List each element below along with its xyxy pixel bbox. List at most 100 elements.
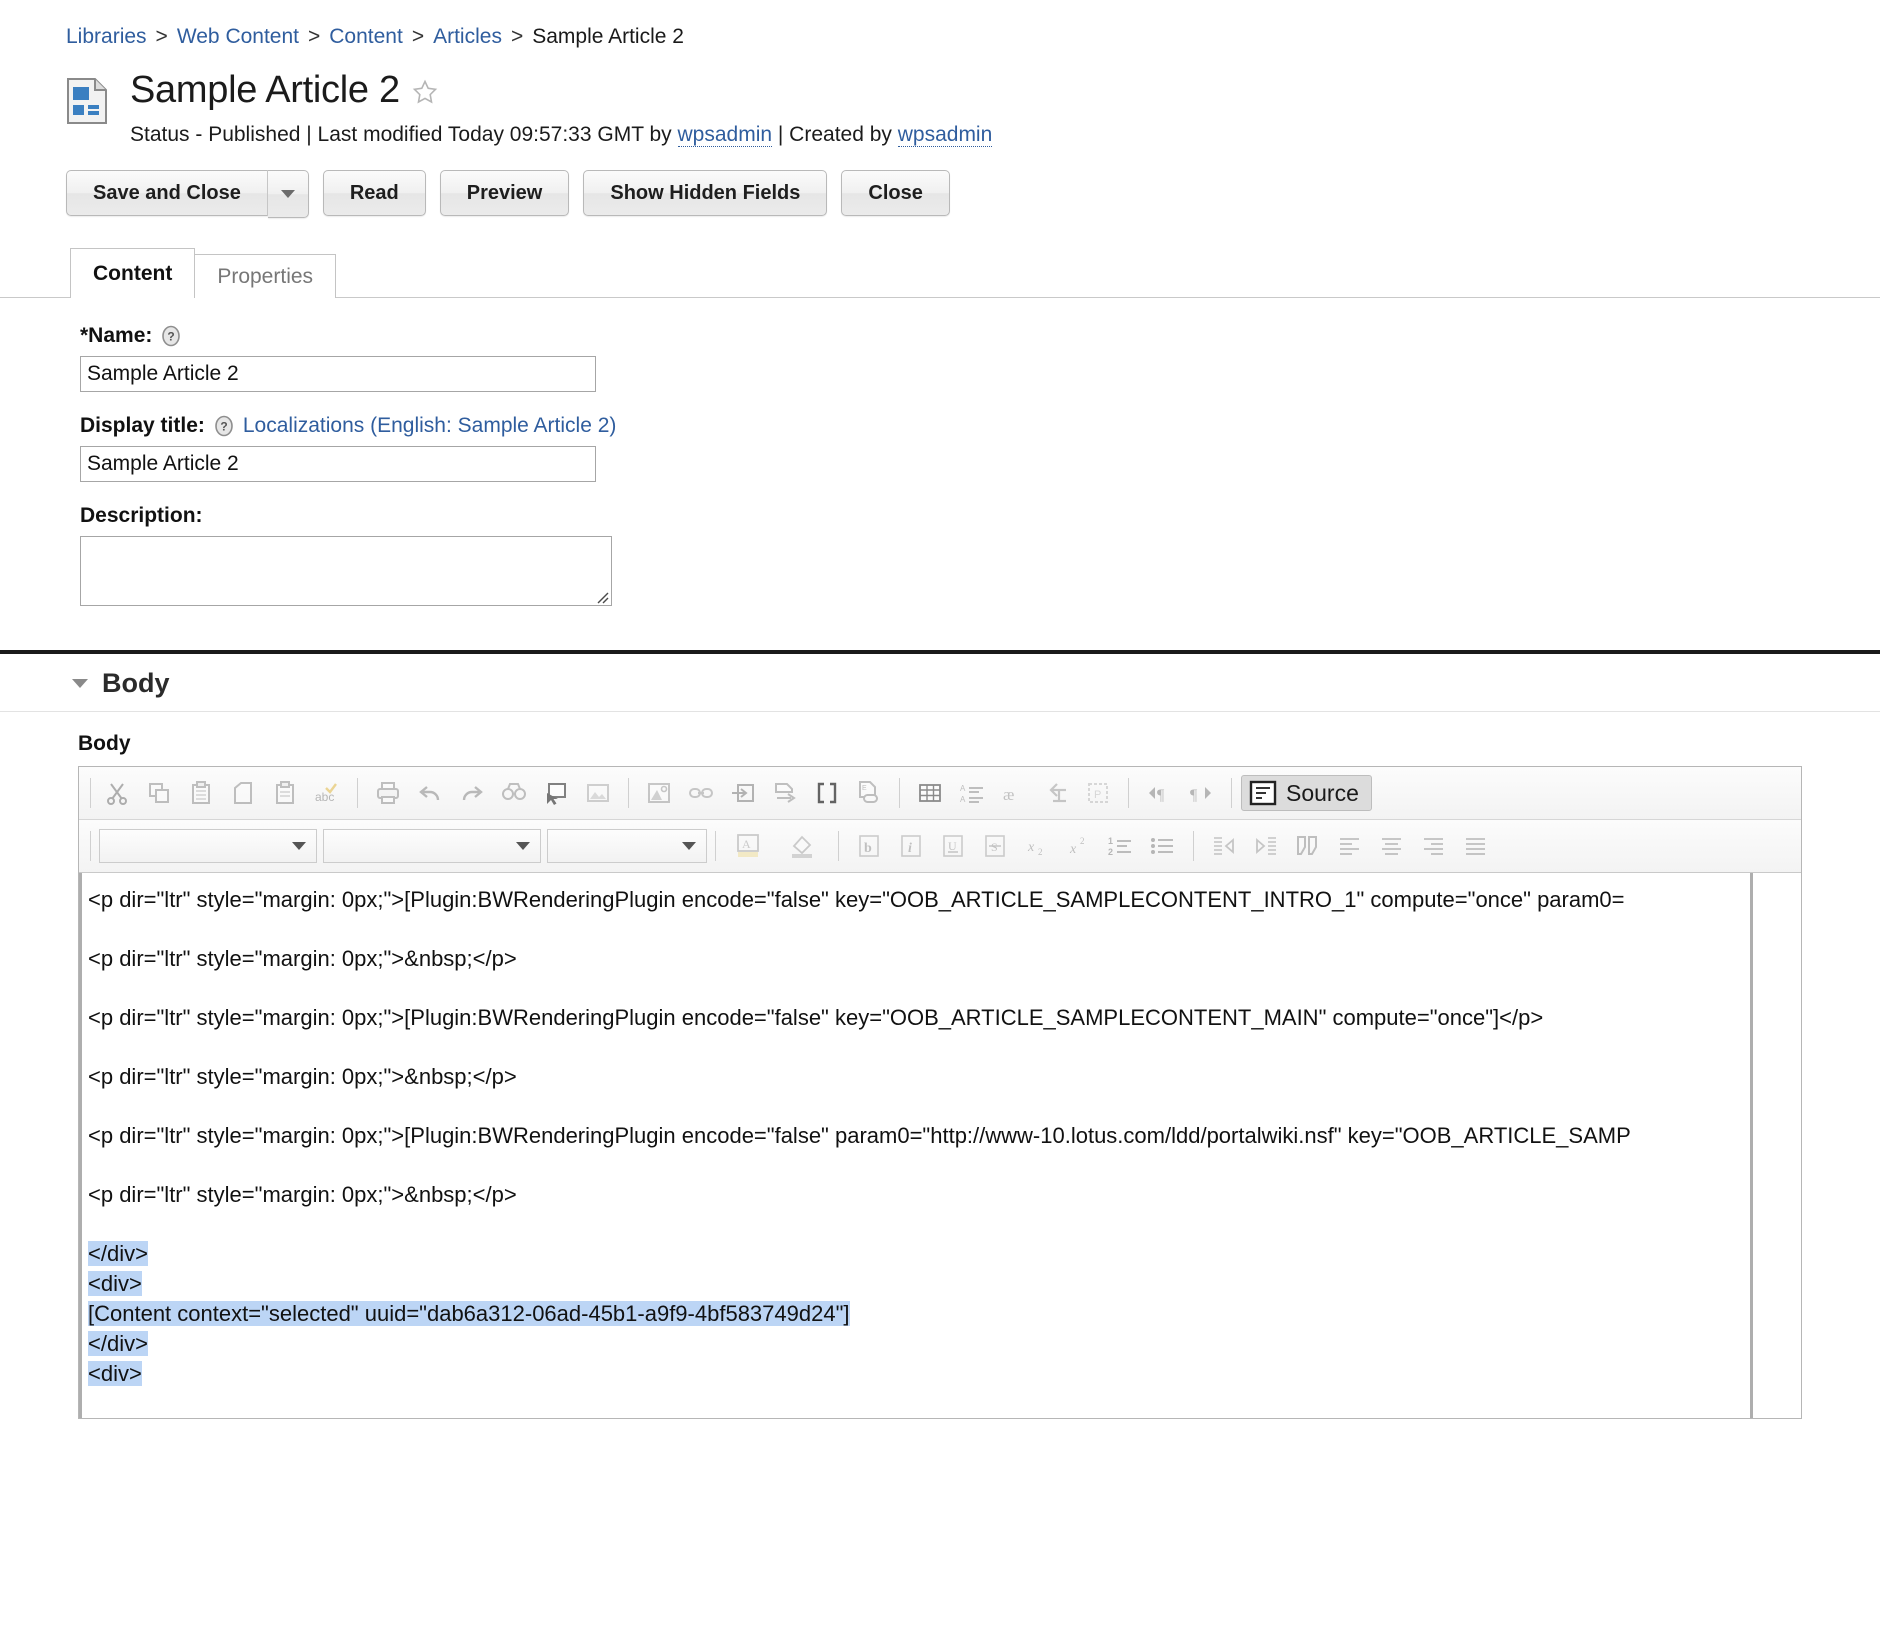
show-hidden-fields-button[interactable]: Show Hidden Fields (583, 170, 828, 216)
save-and-close-button[interactable]: Save and Close (66, 170, 268, 216)
body-section-header[interactable]: Body (0, 654, 1880, 712)
tab-content[interactable]: Content (70, 248, 196, 298)
name-input[interactable] (80, 356, 596, 392)
triangle-down-icon[interactable] (72, 679, 88, 688)
source-line-selected: <div> (82, 1359, 1801, 1389)
font-select[interactable] (547, 829, 707, 863)
anchor-icon[interactable] (723, 774, 763, 812)
special-char-icon[interactable]: æ (994, 774, 1034, 812)
increase-indent-icon[interactable] (1246, 827, 1286, 865)
created-by-link[interactable]: wpsadmin (897, 123, 993, 147)
paste-from-word-icon[interactable] (265, 774, 305, 812)
strikethrough-icon[interactable]: S (975, 827, 1015, 865)
justify-icon[interactable] (1456, 827, 1496, 865)
underline-icon[interactable]: U (933, 827, 973, 865)
breadcrumb-item-web-content[interactable]: Web Content (177, 25, 299, 48)
svg-text:2: 2 (1080, 836, 1085, 846)
find-icon[interactable] (494, 774, 534, 812)
source-line-selected: <div> (82, 1269, 1801, 1299)
definition-list-icon[interactable]: A A (952, 774, 992, 812)
toolbar-separator (1231, 778, 1232, 808)
svg-text:A: A (960, 795, 966, 804)
source-line-selected: </div> (82, 1329, 1801, 1359)
bold-icon[interactable]: b (849, 827, 889, 865)
close-button[interactable]: Close (841, 170, 950, 216)
background-color-icon[interactable] (776, 828, 828, 864)
svg-text:x: x (1027, 840, 1035, 855)
blockquote-icon[interactable] (1288, 827, 1328, 865)
svg-text:abc: abc (315, 790, 334, 804)
page-break-icon[interactable] (765, 774, 805, 812)
subscript-icon[interactable]: x 2 (1017, 827, 1057, 865)
table-icon[interactable] (910, 774, 950, 812)
toolbar-separator (90, 778, 91, 808)
copy-icon[interactable] (139, 774, 179, 812)
page-header: Sample Article 2 Status - Published | La… (0, 50, 1880, 150)
body-field-label: Body (78, 732, 131, 755)
text-color-icon[interactable]: A (722, 828, 774, 864)
svg-text:æ: æ (1003, 785, 1014, 804)
status-text-mid: | Created by (772, 123, 898, 146)
styles-select[interactable] (99, 829, 317, 863)
source-view-icon (1248, 779, 1278, 807)
align-center-icon[interactable] (1372, 827, 1412, 865)
text-direction-rtl-icon[interactable]: ¶ (1181, 774, 1221, 812)
modified-by-link[interactable]: wpsadmin (677, 123, 773, 147)
source-line-selected: </div> (82, 1239, 1801, 1269)
select-all-icon[interactable] (536, 774, 576, 812)
svg-text:A: A (960, 784, 966, 793)
placeholder-icon[interactable]: P (1078, 774, 1118, 812)
source-button[interactable]: Source (1241, 775, 1372, 811)
decrease-indent-icon[interactable] (1204, 827, 1244, 865)
help-question-icon[interactable]: ? (160, 325, 182, 347)
breadcrumb-item-articles[interactable]: Articles (433, 25, 502, 48)
cut-icon[interactable] (97, 774, 137, 812)
breadcrumb-separator: > (510, 25, 524, 48)
read-button[interactable]: Read (322, 170, 426, 216)
tab-content-label: Content (93, 262, 173, 285)
paste-as-plain-text-icon[interactable] (223, 774, 263, 812)
svg-text:¶: ¶ (1190, 787, 1198, 804)
breadcrumb-separator: > (308, 25, 321, 48)
svg-text:E: E (862, 785, 867, 792)
italic-icon[interactable]: i (891, 827, 931, 865)
description-textarea[interactable] (80, 536, 612, 606)
name-field-group: *Name: ? (80, 324, 1880, 392)
preview-button[interactable]: Preview (439, 170, 570, 216)
undo-icon[interactable] (410, 774, 450, 812)
tab-properties[interactable]: Properties (194, 254, 337, 298)
format-select[interactable] (323, 829, 541, 863)
source-line-text: <div> (88, 1361, 142, 1386)
image-icon[interactable] (578, 774, 618, 812)
star-outline-icon[interactable] (412, 79, 438, 105)
resize-grip-icon[interactable] (595, 590, 609, 604)
embed-icon[interactable]: E (849, 774, 889, 812)
breadcrumb-item-libraries[interactable]: Libraries (66, 25, 147, 48)
display-title-field-group: Display title: ? Localizations (English:… (80, 414, 1880, 482)
redo-icon[interactable] (452, 774, 492, 812)
align-left-icon[interactable] (1330, 827, 1370, 865)
numbered-list-icon[interactable]: 1 2 (1101, 827, 1141, 865)
link-icon[interactable] (681, 774, 721, 812)
save-and-close-split-button: Save and Close (66, 170, 309, 218)
brackets-icon[interactable] (807, 774, 847, 812)
print-icon[interactable] (368, 774, 408, 812)
display-title-input[interactable] (80, 446, 596, 482)
save-and-close-dropdown-button[interactable] (267, 170, 309, 218)
align-right-icon[interactable] (1414, 827, 1454, 865)
localizations-link[interactable]: Localizations (English: Sample Article 2… (243, 414, 617, 438)
paste-icon[interactable] (181, 774, 221, 812)
toolbar-separator (899, 778, 900, 808)
source-code-textarea[interactable]: <p dir="ltr" style="margin: 0px;">[Plugi… (79, 873, 1801, 1418)
toolbar-separator (838, 831, 839, 861)
bulleted-list-icon[interactable] (1143, 827, 1183, 865)
spell-check-icon[interactable]: abc (307, 774, 347, 812)
tab-properties-label: Properties (217, 265, 314, 288)
svg-text:2: 2 (1038, 847, 1043, 857)
insert-horizontal-rule-icon[interactable] (1036, 774, 1076, 812)
help-question-icon[interactable]: ? (213, 415, 235, 437)
breadcrumb-item-content[interactable]: Content (329, 25, 403, 48)
text-direction-ltr-icon[interactable]: ¶ (1139, 774, 1179, 812)
superscript-icon[interactable]: x 2 (1059, 827, 1099, 865)
insert-image-icon[interactable] (639, 774, 679, 812)
